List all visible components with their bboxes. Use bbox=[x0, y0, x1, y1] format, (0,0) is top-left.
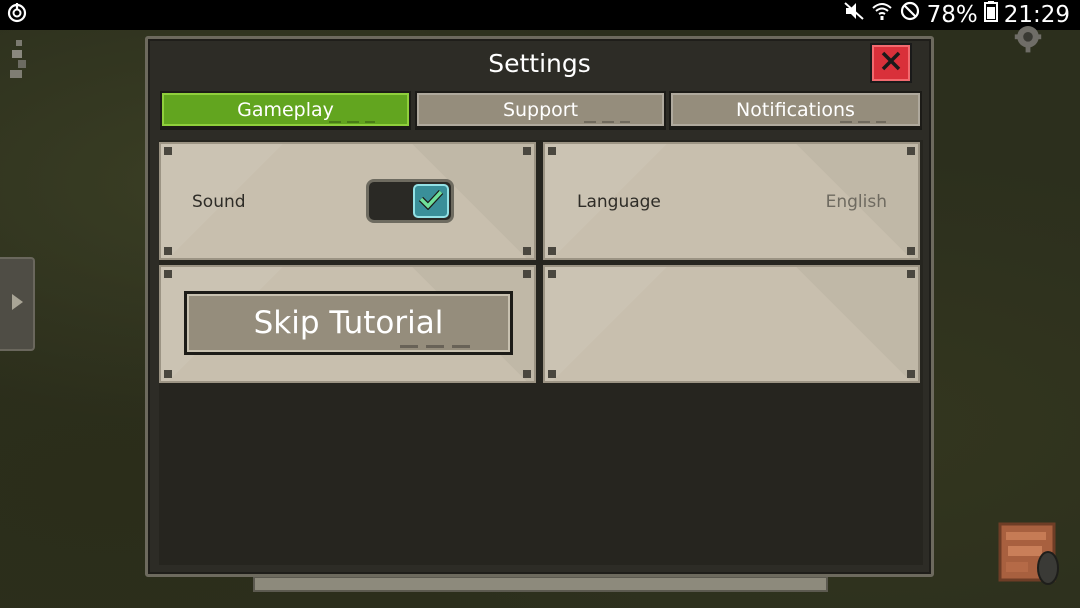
settings-tabs: Gameplay Support Notifications bbox=[160, 91, 922, 129]
sound-panel: Sound bbox=[159, 142, 536, 260]
chevron-right-icon bbox=[10, 293, 24, 315]
settings-content: Sound Language English Skip Tutorial bbox=[159, 140, 923, 565]
language-label: Language bbox=[577, 192, 661, 212]
rock-decoration bbox=[8, 36, 36, 86]
skip-tutorial-button[interactable]: Skip Tutorial bbox=[184, 291, 513, 355]
language-panel[interactable]: Language English bbox=[543, 142, 920, 260]
side-drawer-handle[interactable] bbox=[0, 257, 35, 351]
tab-gameplay-label: Gameplay bbox=[237, 98, 334, 121]
sync-icon bbox=[6, 2, 28, 28]
empty-panel bbox=[543, 265, 920, 383]
skip-tutorial-panel: Skip Tutorial bbox=[159, 265, 536, 383]
wifi-icon bbox=[871, 0, 893, 30]
battery-percent: 78% bbox=[926, 2, 978, 28]
tab-gameplay[interactable]: Gameplay bbox=[160, 91, 411, 128]
dialog-title: Settings bbox=[488, 49, 591, 78]
tab-support-label: Support bbox=[502, 98, 579, 121]
gear-icon[interactable] bbox=[998, 26, 1058, 62]
map-icon[interactable] bbox=[996, 520, 1066, 588]
close-button[interactable] bbox=[870, 43, 912, 83]
bottom-bar bbox=[253, 576, 828, 592]
skip-tutorial-label: Skip Tutorial bbox=[253, 305, 444, 341]
close-icon bbox=[880, 50, 902, 76]
sound-toggle[interactable] bbox=[366, 179, 454, 223]
check-icon bbox=[418, 188, 444, 214]
blocked-icon bbox=[899, 0, 921, 30]
mute-icon bbox=[843, 0, 865, 30]
status-bar: 78% 21:29 bbox=[0, 0, 1080, 30]
tab-notifications[interactable]: Notifications bbox=[669, 91, 922, 128]
tab-notifications-label: Notifications bbox=[736, 98, 855, 121]
sound-label: Sound bbox=[192, 192, 246, 212]
language-value: English bbox=[825, 192, 887, 212]
settings-dialog: Settings Gameplay Support Notifications bbox=[145, 36, 934, 577]
tab-support[interactable]: Support bbox=[415, 91, 666, 128]
toggle-knob bbox=[413, 184, 449, 218]
battery-icon bbox=[983, 0, 998, 30]
